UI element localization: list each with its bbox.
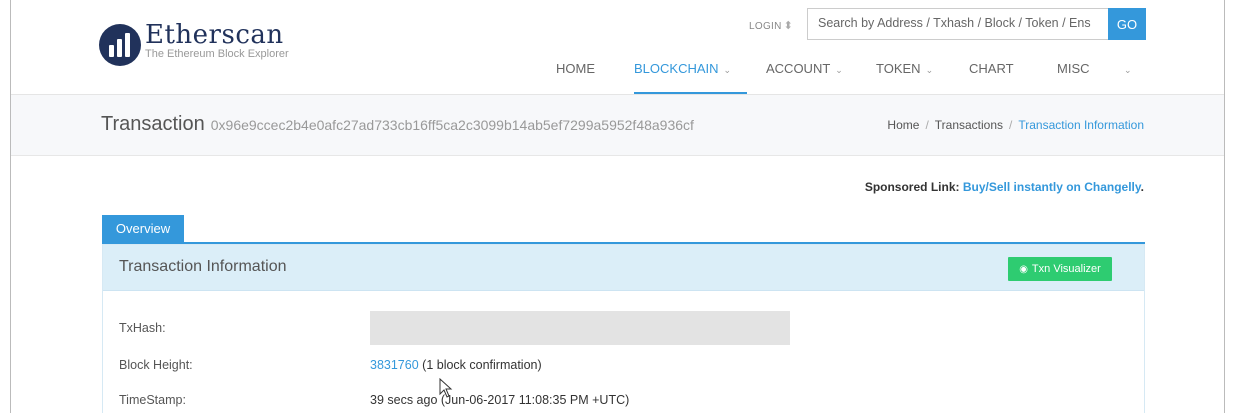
transaction-info-panel: Transaction Information ◉ Txn Visualizer … <box>102 244 1145 413</box>
nav-more-dropdown[interactable]: ⌄ <box>1119 54 1132 94</box>
breadcrumb-transactions[interactable]: Transactions <box>935 118 1003 132</box>
nav-misc[interactable]: MISC <box>1057 54 1090 94</box>
breadcrumb-separator: / <box>1009 118 1013 132</box>
breadcrumb-separator: / <box>925 118 929 132</box>
sponsored-link: Sponsored Link: Buy/Sell instantly on Ch… <box>864 180 1144 194</box>
panel-header: Transaction Information ◉ Txn Visualizer <box>103 245 1144 291</box>
mouse-cursor-icon <box>439 378 453 398</box>
txn-visualizer-button[interactable]: ◉ Txn Visualizer <box>1008 257 1112 281</box>
block-height-value: 3831760 (1 block confirmation) <box>370 358 542 372</box>
breadcrumb-home[interactable]: Home <box>887 118 919 132</box>
title-bar: Transaction 0x96e9ccec2b4e0afc27ad733cb16… <box>11 95 1224 156</box>
main-nav: HOME BLOCKCHAIN ⌄ ACCOUNT ⌄ TOKEN ⌄ CHART M… <box>11 54 1224 94</box>
page-title-label: Transaction <box>101 113 205 135</box>
breadcrumb: Home / Transactions / Transaction Informatio… <box>887 118 1144 132</box>
nav-token[interactable]: TOKEN ⌄ <box>876 54 933 94</box>
browser-frame: Etherscan The Ethereum Block Explorer LO… <box>10 0 1225 413</box>
chevron-down-icon: ⌄ <box>835 65 843 75</box>
nav-chart-label: CHART <box>969 61 1014 76</box>
search-go-button[interactable]: GO <box>1108 8 1146 40</box>
nav-token-label: TOKEN <box>876 61 921 76</box>
panel-title: Transaction Information <box>119 258 287 275</box>
chevron-down-icon: ⌄ <box>925 65 934 75</box>
timestamp-value: 39 secs ago (Jun-06-2017 11:08:35 PM +UT… <box>370 393 630 407</box>
site-header: Etherscan The Ethereum Block Explorer LO… <box>11 0 1224 95</box>
nav-blockchain-label: BLOCKCHAIN <box>634 61 719 76</box>
chevron-down-icon: ⌄ <box>1124 65 1132 75</box>
txhash-label: TxHash: <box>119 321 166 335</box>
brand-title: Etherscan <box>145 20 284 50</box>
sponsored-changelly-link[interactable]: Buy/Sell instantly on Changelly <box>963 180 1141 194</box>
nav-home-label: HOME <box>556 61 595 76</box>
nav-misc-label: MISC <box>1057 61 1090 76</box>
breadcrumb-current: Transaction Information <box>1018 118 1144 132</box>
txhash-value-redacted <box>370 311 790 345</box>
block-confirmation: (1 block confirmation) <box>422 358 542 372</box>
block-number-link[interactable]: 3831760 <box>370 358 419 372</box>
login-link[interactable]: LOGIN ⬍ <box>749 19 793 32</box>
chevron-down-icon: ⌄ <box>723 65 732 75</box>
block-height-label: Block Height: <box>119 358 193 372</box>
nav-home[interactable]: HOME <box>556 54 595 94</box>
timestamp-label: TimeStamp: <box>119 393 186 407</box>
nav-blockchain[interactable]: BLOCKCHAIN ⌄ <box>634 54 747 94</box>
search-input[interactable] <box>808 9 1113 37</box>
page-title: Transaction 0x96e9ccec2b4e0afc27ad733cb16… <box>101 113 694 136</box>
login-label: LOGIN <box>749 21 782 32</box>
transaction-hash: 0x96e9ccec2b4e0afc27ad733cb16ff5ca2c3099… <box>210 117 694 133</box>
nav-chart[interactable]: CHART <box>969 54 1014 94</box>
search-box: GO <box>807 8 1146 40</box>
txn-visualizer-label: Txn Visualizer <box>1031 263 1101 275</box>
nav-account-label: ACCOUNT <box>766 61 831 76</box>
tab-overview[interactable]: Overview <box>102 215 184 243</box>
eye-icon: ◉ <box>1019 264 1028 275</box>
nav-account[interactable]: ACCOUNT ⌄ <box>766 54 843 94</box>
sponsored-label: Sponsored Link <box>864 180 956 194</box>
login-icon: ⬍ <box>783 20 794 32</box>
